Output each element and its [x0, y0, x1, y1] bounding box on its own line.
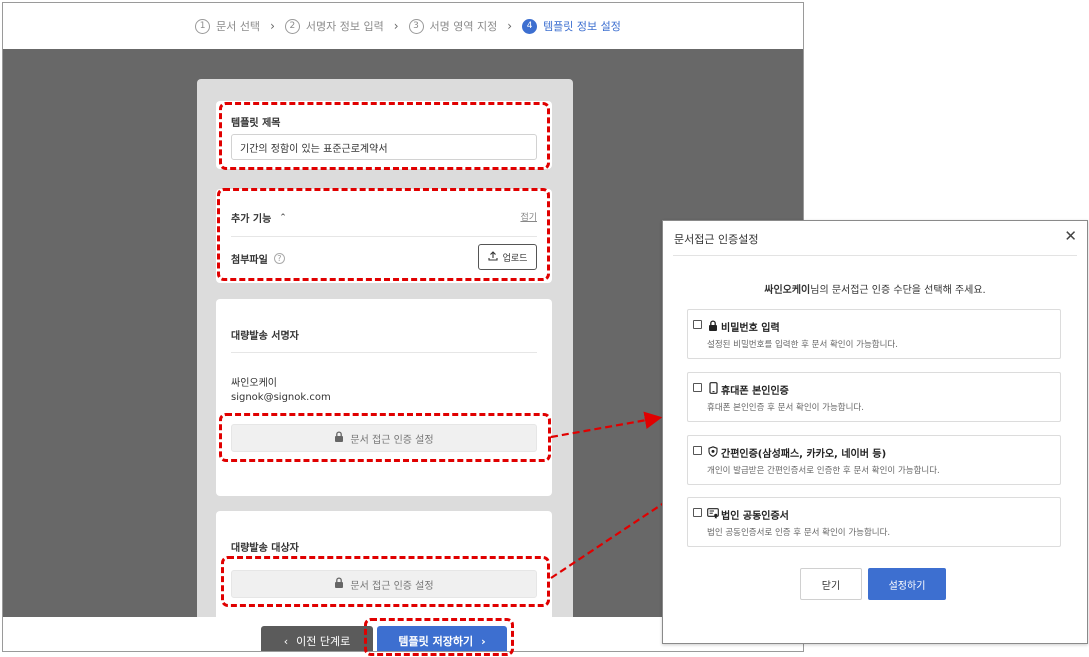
chevron-right-icon: ›	[393, 19, 399, 33]
divider	[231, 236, 537, 237]
bulk-signer-card: 대량발송 서명자 싸인오케이 signok@signok.com 문서 접근 인…	[216, 299, 552, 496]
collapse-link[interactable]: 접기	[520, 210, 537, 223]
divider	[231, 352, 537, 353]
signer-auth-settings-button[interactable]: 문서 접근 인증 설정	[231, 424, 537, 452]
dialog-prompt: 싸인오케이님의 문서접근 인증 수단을 선택해 주세요.	[663, 281, 1087, 296]
lock-icon	[334, 577, 344, 591]
chevron-left-icon: ‹	[283, 634, 289, 648]
signer-name: 싸인오케이	[231, 378, 277, 389]
auth-button-label: 문서 접근 인증 설정	[350, 580, 434, 592]
step-number: 1	[195, 18, 211, 34]
chevron-right-icon: ›	[507, 19, 513, 33]
extra-features-label: 추가 기능	[231, 214, 272, 225]
option-corporate-certificate[interactable]: 법인 공동인증서 법인 공동인증서로 인증 후 문서 확인이 가능합니다.	[687, 497, 1061, 547]
extra-features-header[interactable]: 추가 기능 ⌃	[231, 210, 287, 226]
prev-step-button[interactable]: ‹ 이전 단계로	[261, 626, 373, 651]
bulk-recipient-heading: 대량발송 대상자	[231, 543, 299, 554]
shield-icon	[707, 445, 719, 457]
certificate-icon	[707, 507, 719, 519]
step-number: 3	[408, 18, 424, 34]
bulk-signer-heading: 대량발송 서명자	[231, 331, 299, 342]
option-phone-verification[interactable]: 휴대폰 본인인증 휴대폰 본인인증 후 문서 확인이 가능합니다.	[687, 372, 1061, 422]
step-2[interactable]: 2 서명자 정보 입력	[284, 18, 384, 34]
option-checkbox[interactable]	[693, 320, 702, 329]
option-description: 설정된 비밀번호를 입력한 후 문서 확인이 가능합니다.	[707, 340, 898, 350]
stepper: 1 문서 선택 › 2 서명자 정보 입력 › 3 서명 영역 지정 › 4 템…	[3, 3, 803, 49]
help-icon[interactable]: ?	[273, 253, 285, 264]
lock-icon	[707, 319, 719, 331]
lock-icon	[334, 431, 344, 445]
phone-icon	[707, 382, 719, 394]
save-template-button[interactable]: 템플릿 저장하기 ›	[377, 626, 507, 651]
option-description: 개인이 발급받은 간편인증서로 인증한 후 문서 확인이 가능합니다.	[707, 466, 940, 476]
step-number: 2	[284, 18, 300, 34]
option-password[interactable]: 비밀번호 입력 설정된 비밀번호를 입력한 후 문서 확인이 가능합니다.	[687, 309, 1061, 359]
upload-label: 업로드	[502, 253, 528, 264]
option-checkbox[interactable]	[693, 446, 702, 455]
option-title: 간편인증(삼성패스, 카카오, 네이버 등)	[721, 449, 887, 460]
dialog-apply-button[interactable]: 설정하기	[868, 568, 946, 600]
chevron-right-icon: ›	[481, 634, 486, 648]
bulk-recipient-card: 대량발송 대상자 문서 접근 인증 설정	[216, 511, 552, 624]
template-title-input[interactable]: 기간의 정함이 있는 표준근로계약서	[231, 134, 537, 160]
step-3[interactable]: 3 서명 영역 지정	[408, 18, 498, 34]
option-title: 법인 공동인증서	[721, 511, 789, 522]
template-title-label: 템플릿 제목	[231, 118, 281, 129]
template-title-card: 템플릿 제목 기간의 정함이 있는 표준근로계약서	[216, 101, 552, 169]
upload-icon	[488, 250, 498, 264]
step-4[interactable]: 4 템플릿 정보 설정	[522, 18, 621, 34]
step-label: 템플릿 정보 설정	[543, 20, 621, 33]
option-checkbox[interactable]	[693, 508, 702, 517]
option-title: 휴대폰 본인인증	[721, 386, 789, 397]
close-icon[interactable]: ✕	[1064, 227, 1077, 245]
save-template-label: 템플릿 저장하기	[398, 635, 474, 648]
template-form-panel: 템플릿 제목 기간의 정함이 있는 표준근로계약서 추가 기능 ⌃ 접기 첨부파…	[197, 79, 573, 624]
attachment-row: 첨부파일 ?	[231, 251, 285, 266]
step-label: 문서 선택	[216, 20, 261, 33]
option-title: 비밀번호 입력	[721, 323, 780, 334]
option-description: 법인 공동인증서로 인증 후 문서 확인이 가능합니다.	[707, 528, 891, 538]
chevron-up-icon: ⌃	[279, 212, 287, 223]
prompt-user-name: 싸인오케이	[764, 285, 811, 296]
prev-step-label: 이전 단계로	[296, 635, 351, 648]
auth-button-label: 문서 접근 인증 설정	[350, 434, 434, 446]
prompt-text: 님의 문서접근 인증 수단을 선택해 주세요.	[810, 285, 986, 296]
chevron-right-icon: ›	[270, 19, 275, 33]
option-description: 휴대폰 본인인증 후 문서 확인이 가능합니다.	[707, 403, 864, 413]
dialog-title: 문서접근 인증설정	[674, 233, 759, 246]
attachment-label: 첨부파일	[231, 255, 268, 266]
step-number: 4	[522, 18, 538, 34]
step-1[interactable]: 1 문서 선택	[195, 18, 260, 34]
option-checkbox[interactable]	[693, 383, 702, 392]
signer-email: signok@signok.com	[231, 392, 331, 403]
divider	[673, 255, 1077, 256]
option-simple-auth[interactable]: 간편인증(삼성패스, 카카오, 네이버 등) 개인이 발급받은 간편인증서로 인…	[687, 435, 1061, 485]
auth-settings-dialog: 문서접근 인증설정 ✕ 싸인오케이님의 문서접근 인증 수단을 선택해 주세요.…	[662, 220, 1088, 644]
upload-button[interactable]: 업로드	[478, 244, 537, 270]
step-label: 서명 영역 지정	[429, 20, 498, 33]
step-label: 서명자 정보 입력	[305, 20, 384, 33]
dialog-close-button[interactable]: 닫기	[800, 568, 862, 600]
recipient-auth-settings-button[interactable]: 문서 접근 인증 설정	[231, 570, 537, 598]
extra-features-card: 추가 기능 ⌃ 접기 첨부파일 ? 업로드	[216, 189, 552, 283]
